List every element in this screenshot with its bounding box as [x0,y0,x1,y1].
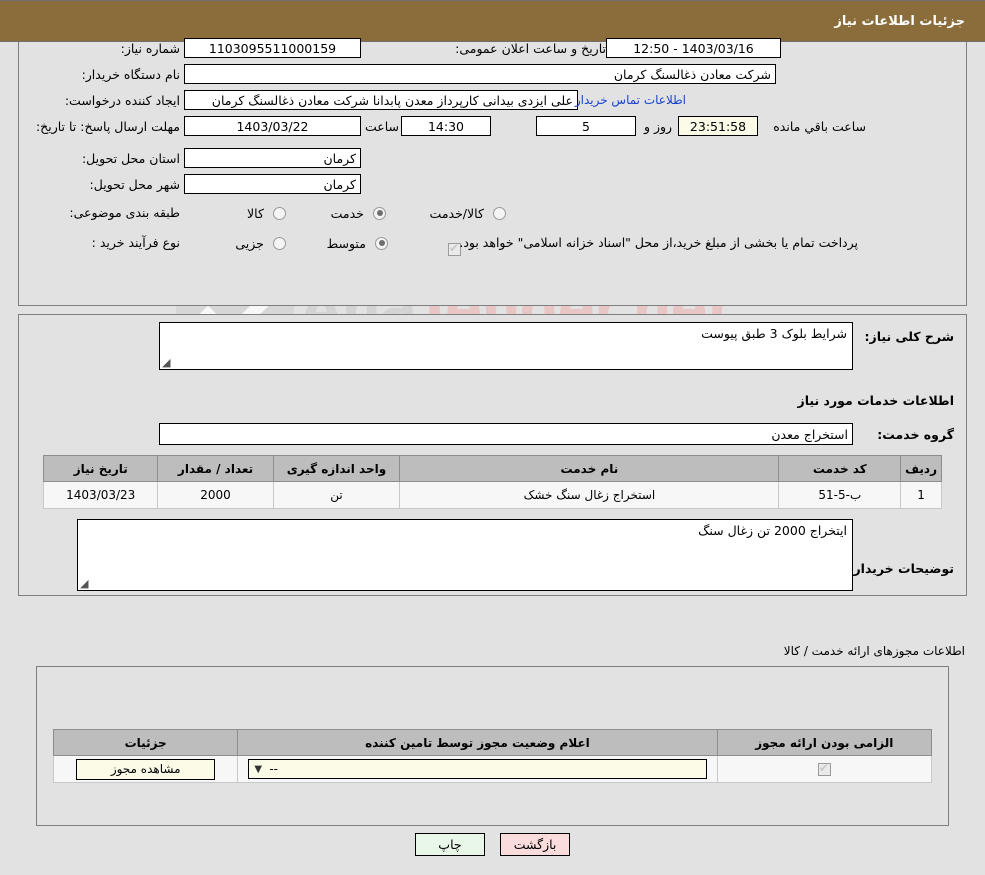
buyer-notes-label: توضیحات خریدار: [848,561,954,576]
view-permit-button[interactable]: مشاهده مجوز [76,758,216,780]
table-row: 1 ب-5-51 استخراج زغال سنگ خشک تن 2000 14… [42,481,942,509]
col-permit-status: اعلام وضعیت مجوز توسط تامین کننده [237,729,718,756]
cell-radif: 1 [900,481,942,509]
buyer-contact-link[interactable]: اطلاعات تماس خریدار [575,93,686,107]
deadline-time-value: 14:30 [401,116,491,136]
buyer-notes-textarea[interactable]: ایتخراج 2000 تن زغال سنگ ◣ [77,519,853,591]
page-root: AnaTender.net جزئیات اطلاعات نیاز شماره … [0,0,985,875]
process-label: نوع فرآیند خرید : [91,234,180,250]
days-separator-label: روز و [643,118,673,134]
col-permit-detail: جزئیات [52,729,239,756]
description-label: شرح کلی نیاز: [864,329,954,344]
cell-permit-status: ▼ -- [237,755,718,783]
countdown-timer-value: 23:51:58 [678,116,758,136]
services-panel: شرح کلی نیاز: شرایط بلوک 3 طبق پیوست ◣ ا… [18,314,967,596]
category-label: طبقه بندی موضوعی: [69,204,180,220]
col-radif: ردیف [900,455,942,482]
col-code: کد خدمت [778,455,902,482]
category-option-2-label: کالا/خدمت [429,205,484,221]
col-unit: واحد اندازه گیری [272,455,401,482]
chevron-down-icon: ▼ [254,764,263,775]
permits-panel: الزامی بودن ارائه مجوز اعلام وضعیت مجوز … [36,666,949,826]
col-name: نام خدمت [399,455,780,482]
col-permit-required: الزامی بودن ارائه مجوز [716,729,933,756]
process-option-1-label: متوسط [326,235,366,251]
province-label: استان محل تحویل: [81,150,180,166]
table-row: ▼ -- مشاهده مجوز [52,755,933,783]
creator-label: ایجاد کننده درخواست: [64,92,180,108]
category-radio-kala[interactable] [273,206,286,220]
province-value: کرمان [184,148,361,168]
services-table-header-row: ردیف کد خدمت نام خدمت واحد اندازه گیری ت… [42,455,942,482]
service-group-label: گروه خدمت: [877,427,954,442]
category-option-2[interactable]: کالا/خدمت [430,203,506,222]
category-option-0[interactable]: کالا [247,203,286,222]
process-option-0-label: جزیی [235,235,264,251]
announce-datetime-value: 1403/03/16 - 12:50 [606,38,781,58]
cell-unit: تن [272,481,401,509]
creator-value: علی ایزدی بیدانی کارپرداز معدن پابدانا ش… [184,90,578,110]
services-section-title: اطلاعات خدمات مورد نیاز [797,393,955,408]
page-title: جزئیات اطلاعات نیاز [0,0,985,42]
process-option-0[interactable]: جزیی [235,233,286,252]
need-number-label: شماره نیاز: [120,40,180,56]
services-table: ردیف کد خدمت نام خدمت واحد اندازه گیری ت… [42,455,942,509]
footer-buttons: بازگشت چاپ [0,833,985,856]
permits-section-title: اطلاعات مجوزهای ارائه خدمت / کالا [783,644,965,658]
deadline-label: مهلت ارسال پاسخ: تا تاریخ: [35,118,180,134]
deadline-time-label: ساعت [364,118,399,134]
category-radio-khedmat[interactable] [373,206,386,220]
city-value: کرمان [184,174,361,194]
description-value: شرایط بلوک 3 طبق پیوست [701,326,847,341]
buyer-org-value: شرکت معادن ذغالسنگ کرمان [184,64,776,84]
print-button[interactable]: چاپ [414,833,485,856]
permits-table-header-row: الزامی بودن ارائه مجوز اعلام وضعیت مجوز … [52,729,933,756]
process-option-1[interactable]: متوسط [327,233,388,252]
cell-quantity: 2000 [157,481,274,509]
cell-permit-required [716,755,933,783]
process-radio-motevaset[interactable] [375,236,388,250]
permit-status-value: -- [269,762,278,776]
col-quantity: تعداد / مقدار [157,455,274,482]
category-option-1[interactable]: خدمت [331,203,386,222]
deadline-date-value: 1403/03/22 [184,116,361,136]
notes-resize-handle-icon[interactable]: ◣ [80,577,90,590]
cell-date: 1403/03/23 [42,481,159,509]
col-date: تاریخ نیاز [42,455,159,482]
cell-permit-detail: مشاهده مجوز [52,755,239,783]
buyer-notes-value: ایتخراج 2000 تن زغال سنگ [698,523,847,538]
permit-required-checkbox [817,761,831,776]
permits-table: الزامی بودن ارائه مجوز اعلام وضعیت مجوز … [52,729,933,783]
need-info-panel: شماره نیاز: 1103095511000159 تاریخ و ساع… [18,38,967,306]
remaining-days-value: 5 [536,116,636,136]
description-textarea[interactable]: شرایط بلوک 3 طبق پیوست ◣ [159,322,853,370]
need-number-value: 1103095511000159 [184,38,361,58]
payment-note-text: پرداخت تمام یا بخشی از مبلغ خرید،از محل … [459,234,858,250]
service-group-value: استخراج معدن [159,423,853,445]
cell-name: استخراج زغال سنگ خشک [399,481,780,509]
cell-code: ب-5-51 [778,481,902,509]
remaining-label: ساعت باقي مانده [773,118,866,134]
announce-datetime-label: تاریخ و ساعت اعلان عمومی: [455,40,606,56]
category-option-1-label: خدمت [330,205,364,221]
buyer-org-label: نام دستگاه خریدار: [81,66,180,82]
process-radio-jozii[interactable] [273,236,286,250]
city-label: شهر محل تحویل: [89,176,180,192]
category-option-0-label: کالا [247,205,264,221]
back-button[interactable]: بازگشت [500,833,571,856]
resize-handle-icon[interactable]: ◣ [162,356,172,369]
permit-status-select[interactable]: ▼ -- [248,759,707,779]
category-radio-kala-khedmat[interactable] [493,206,506,220]
